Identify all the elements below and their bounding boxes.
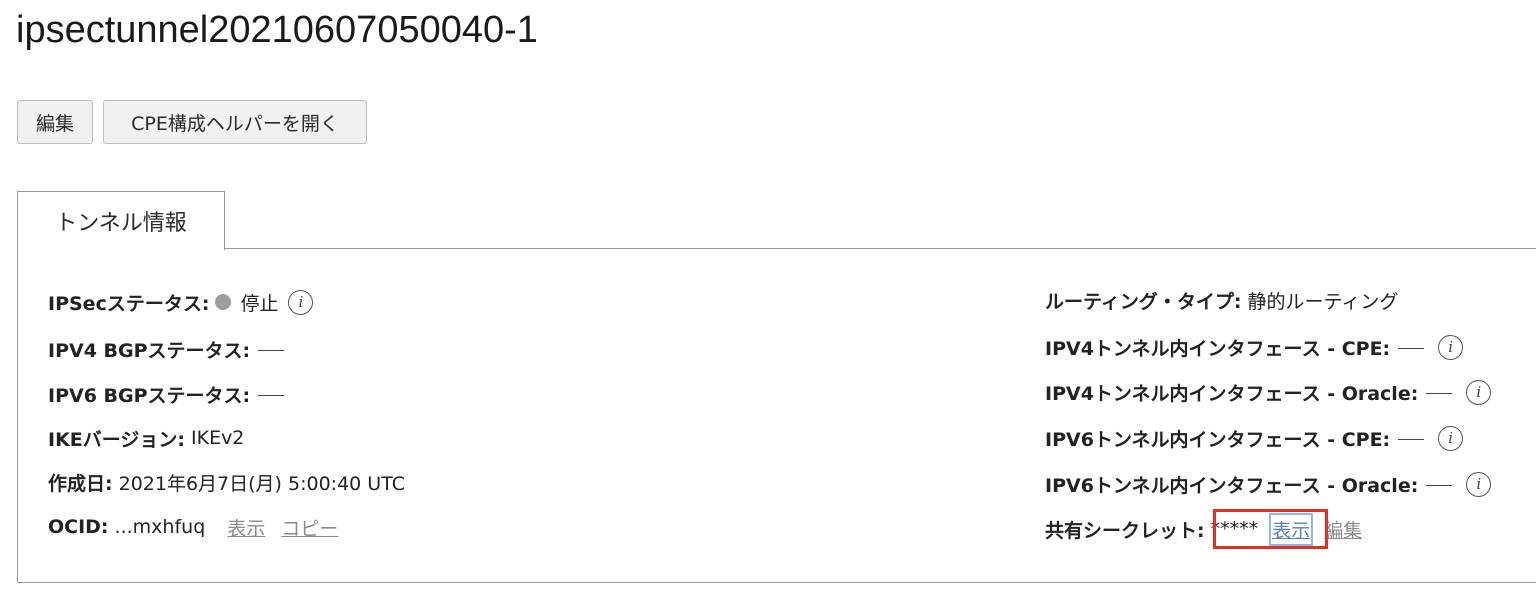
- created-value: 2021年6月7日(月) 5:00:40 UTC: [118, 472, 405, 495]
- empty-value-dash: [258, 349, 285, 351]
- info-icon[interactable]: i: [1466, 379, 1492, 405]
- ipsec-status-value: 停止: [240, 292, 279, 315]
- info-icon[interactable]: i: [1438, 334, 1464, 360]
- shared-secret-label: 共有シークレット:: [1045, 519, 1205, 542]
- ipv4-bgp-status-label: IPV4 BGPステータス:: [48, 339, 251, 362]
- ocid-show-link[interactable]: 表示: [227, 514, 265, 541]
- page-title: ipsectunnel20210607050040-1: [16, 9, 538, 51]
- cpe-config-helper-button[interactable]: CPE構成ヘルパーを開く: [103, 100, 367, 144]
- ocid-row: OCID: ...mxhfuq 表示 コピー: [48, 513, 338, 541]
- ipv6-bgp-status-label: IPV6 BGPステータス:: [48, 384, 251, 407]
- empty-value-dash: [1426, 484, 1453, 486]
- created-row: 作成日: 2021年6月7日(月) 5:00:40 UTC: [48, 468, 405, 496]
- shared-secret-show-link[interactable]: 表示: [1269, 512, 1314, 546]
- info-icon[interactable]: i: [1438, 425, 1464, 451]
- info-icon[interactable]: i: [288, 289, 314, 315]
- routing-type-row: ルーティング・タイプ: 静的ルーティング: [1045, 286, 1398, 314]
- ipv6-oracle-label: IPV6トンネル内インタフェース - Oracle:: [1045, 474, 1419, 497]
- empty-value-dash: [1398, 438, 1425, 440]
- ipsec-status-label: IPSecステータス:: [48, 292, 210, 315]
- ipv6-cpe-row: IPV6トンネル内インタフェース - CPE: i: [1045, 424, 1464, 452]
- status-dot-icon: [215, 294, 232, 310]
- ipv4-oracle-row: IPV4トンネル内インタフェース - Oracle: i: [1045, 378, 1492, 406]
- created-label: 作成日:: [48, 472, 113, 495]
- empty-value-dash: [258, 394, 285, 396]
- ipsec-status-row: IPSecステータス: 停止 i: [48, 288, 314, 316]
- ike-version-value: IKEv2: [191, 427, 245, 449]
- ipv6-oracle-row: IPV6トンネル内インタフェース - Oracle: i: [1045, 470, 1492, 498]
- ipv4-bgp-status-row: IPV4 BGPステータス:: [48, 335, 288, 363]
- empty-value-dash: [1398, 347, 1425, 349]
- routing-type-label: ルーティング・タイプ:: [1045, 290, 1242, 313]
- ipv4-cpe-label: IPV4トンネル内インタフェース - CPE:: [1045, 337, 1391, 360]
- ipv6-bgp-status-row: IPV6 BGPステータス:: [48, 380, 288, 408]
- edit-button[interactable]: 編集: [17, 100, 93, 144]
- shared-secret-value: *****: [1210, 518, 1259, 540]
- ocid-label: OCID:: [48, 516, 109, 538]
- ipv6-cpe-label: IPV6トンネル内インタフェース - CPE:: [1045, 428, 1391, 451]
- ocid-value: ...mxhfuq: [114, 516, 206, 538]
- shared-secret-row: 共有シークレット: ***** 表示 編集: [1045, 512, 1362, 546]
- routing-type-value: 静的ルーティング: [1247, 290, 1399, 313]
- ike-version-row: IKEバージョン: IKEv2: [48, 424, 244, 452]
- ipv4-cpe-row: IPV4トンネル内インタフェース - CPE: i: [1045, 333, 1464, 361]
- ocid-copy-link[interactable]: コピー: [281, 514, 338, 541]
- ipv4-oracle-label: IPV4トンネル内インタフェース - Oracle:: [1045, 382, 1419, 405]
- tab-tunnel-info[interactable]: トンネル情報: [17, 191, 225, 250]
- ike-version-label: IKEバージョン:: [48, 428, 185, 451]
- info-icon[interactable]: i: [1466, 471, 1492, 497]
- shared-secret-edit-link[interactable]: 編集: [1324, 516, 1362, 543]
- empty-value-dash: [1426, 392, 1453, 394]
